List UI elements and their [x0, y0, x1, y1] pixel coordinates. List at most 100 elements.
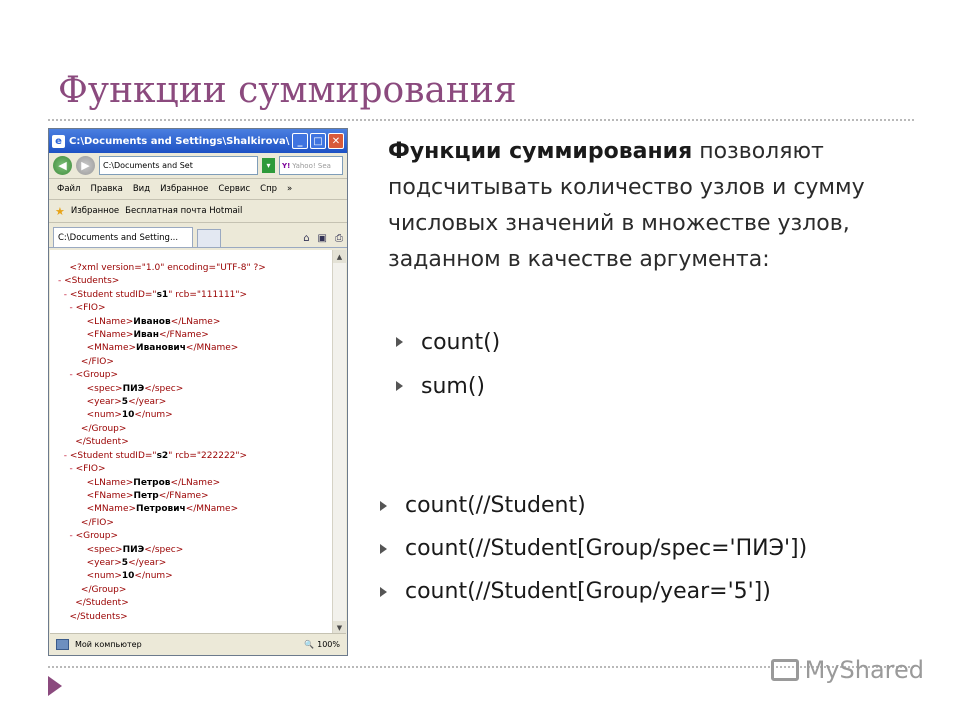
yahoo-icon: Y! [282, 161, 291, 170]
xml-line: <spec>ПИЭ</spec> [58, 544, 266, 557]
xml-tag-close: " rcb="111111"> [168, 289, 248, 300]
xml-tag: <FIO> [75, 303, 106, 314]
xml-value: Петрович [136, 504, 186, 515]
xml-viewer: <?xml version="1.0" encoding="UTF-8" ?> -… [50, 250, 346, 634]
xml-tag: <Student studID=" [69, 450, 157, 461]
xml-value: ПИЭ [122, 544, 145, 555]
xml-tag: </FIO> [80, 517, 114, 528]
xml-tag-close: " rcb="222222"> [168, 450, 248, 461]
menu-view[interactable]: Вид [133, 184, 150, 194]
xml-line: </Student> [58, 436, 266, 449]
watermark: MyShared [770, 656, 924, 684]
xml-tag: <num> [86, 410, 122, 421]
forward-button[interactable]: ▶ [76, 156, 95, 175]
xml-tag-close: </spec> [144, 383, 184, 394]
xml-value: Петров [133, 477, 171, 488]
status-text: Мой компьютер [75, 639, 142, 649]
xml-line: </FIO> [58, 517, 266, 530]
browser-titlebar[interactable]: e C:\Documents and Settings\Shalkirova\Р… [49, 129, 347, 153]
bullet-triangle-icon [396, 381, 403, 391]
menu-help[interactable]: Спр [260, 184, 277, 194]
xml-line: <year>5</year> [58, 557, 266, 570]
list-item: sum() [396, 364, 500, 408]
close-button[interactable]: ✕ [328, 133, 344, 149]
menu-edit[interactable]: Правка [90, 184, 122, 194]
xml-value: Петр [133, 490, 159, 501]
command-bar: ⌂ ▣ ⎙ [303, 233, 343, 247]
watermark-logo-icon [770, 659, 799, 681]
xml-line[interactable]: - <Group> [58, 530, 266, 543]
xml-value: 10 [121, 571, 135, 582]
xml-tag: <year> [86, 557, 122, 568]
menu-favorites[interactable]: Избранное [160, 184, 208, 194]
example-2: count(//Student[Group/spec='ПИЭ']) [405, 536, 808, 561]
function-count: count() [421, 329, 501, 355]
xml-line[interactable]: - <Students> [58, 275, 266, 288]
xml-tag-close: </LName> [170, 477, 221, 488]
top-divider [48, 119, 914, 121]
xml-value: s2 [156, 450, 169, 461]
vertical-scrollbar[interactable]: ▲ ▼ [332, 250, 346, 634]
zoom-control[interactable]: 🔍 100% [304, 640, 340, 649]
search-input[interactable]: Y! Yahoo! Sea [279, 156, 343, 175]
xml-tag: </Students> [69, 611, 128, 622]
favorites-star-icon: ★ [55, 204, 65, 218]
xml-tag-close: </num> [134, 571, 173, 582]
xml-tag: <?xml version="1.0" encoding="UTF-8" ?> [69, 263, 266, 273]
print-icon[interactable]: ⎙ [335, 233, 343, 244]
bullet-triangle-icon [396, 337, 403, 347]
menu-file[interactable]: Файл [57, 184, 80, 194]
minimize-button[interactable]: _ [292, 133, 308, 149]
feeds-icon[interactable]: ▣ [318, 233, 327, 244]
xml-tag: <LName> [86, 316, 134, 327]
menu-overflow-icon[interactable]: » [287, 184, 292, 194]
zoom-level: 100% [317, 639, 340, 649]
menu-tools[interactable]: Сервис [218, 184, 250, 194]
xml-line[interactable]: - <FIO> [58, 302, 266, 315]
xml-line: <num>10</num> [58, 570, 266, 583]
xml-tag: <Group> [75, 531, 119, 542]
scroll-up-icon[interactable]: ▲ [333, 250, 346, 263]
favorites-button[interactable]: Избранное [71, 206, 119, 216]
xml-line: <?xml version="1.0" encoding="UTF-8" ?> [58, 262, 266, 275]
zoom-icon: 🔍 [304, 639, 315, 649]
xml-tag: </Group> [80, 584, 127, 595]
new-tab-button[interactable] [197, 229, 221, 247]
home-icon[interactable]: ⌂ [303, 233, 309, 244]
watermark-text: MyShared [804, 656, 924, 684]
address-input[interactable]: C:\Documents and Set [99, 156, 258, 175]
xml-line: </Students> [58, 611, 266, 624]
tab-document[interactable]: C:\Documents and Setting... [53, 227, 193, 247]
maximize-button[interactable]: □ [310, 133, 326, 149]
xml-tag-close: </MName> [185, 504, 239, 515]
menu-bar: Файл Правка Вид Избранное Сервис Спр » [49, 179, 347, 200]
favorites-bar: ★ Избранное Бесплатная почта Hotmail [49, 200, 347, 223]
xml-tag: <LName> [86, 477, 134, 488]
computer-icon [56, 638, 69, 650]
xml-line[interactable]: - <Student studID="s2" rcb="222222"> [58, 450, 266, 463]
xml-line: <FName>Петр</FName> [58, 490, 266, 503]
xml-value: ПИЭ [122, 383, 145, 394]
example-3: count(//Student[Group/year='5']) [405, 579, 771, 604]
go-button[interactable]: ▾ [262, 158, 275, 173]
xml-tag-close: </spec> [144, 544, 184, 555]
xml-line: </Group> [58, 584, 266, 597]
xml-line[interactable]: - <FIO> [58, 463, 266, 476]
xml-value: s1 [156, 289, 169, 300]
xml-tag: <Students> [64, 276, 120, 287]
xml-value: Иванович [136, 343, 186, 354]
xml-line[interactable]: - <Group> [58, 369, 266, 382]
xml-tag: <FName> [86, 490, 134, 501]
xml-tag-close: </num> [134, 410, 173, 421]
xml-line: </Group> [58, 423, 266, 436]
hotmail-link[interactable]: Бесплатная почта Hotmail [125, 206, 242, 216]
description-bold: Функции суммирования [388, 139, 693, 164]
window-title: C:\Documents and Settings\Shalkirova\Раб… [69, 135, 290, 147]
example-1: count(//Student) [405, 493, 586, 518]
back-button[interactable]: ◀ [53, 156, 72, 175]
xml-tag-close: </FName> [158, 490, 209, 501]
xml-tag: <num> [86, 571, 122, 582]
xml-line: </FIO> [58, 356, 266, 369]
xml-tag: </Group> [80, 423, 127, 434]
xml-line[interactable]: - <Student studID="s1" rcb="111111"> [58, 289, 266, 302]
